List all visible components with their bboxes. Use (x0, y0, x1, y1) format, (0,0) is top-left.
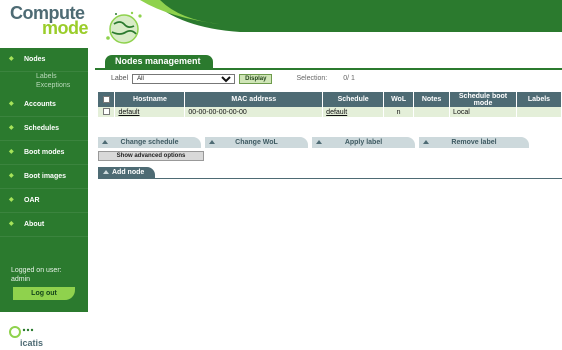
nodes-table: Hostname MAC address Schedule WoL Notes … (98, 92, 562, 117)
sidebar-item-boot-images[interactable]: ◆ Boot images (0, 165, 88, 189)
sidebar-item-label: Boot images (24, 173, 67, 180)
row-checkbox-cell (98, 107, 116, 117)
action-label: Change schedule (120, 139, 179, 146)
col-schedule-boot-mode[interactable]: Schedule boot mode (449, 92, 517, 107)
page: Compute mode ◆ Nodes Labels Exceptions ◆… (0, 0, 562, 350)
col-schedule[interactable]: Schedule (322, 92, 385, 107)
col-mac-address[interactable]: MAC address (184, 92, 324, 107)
selection-label: Selection: (296, 75, 328, 82)
bullet-icon: ◆ (9, 101, 14, 107)
cell-notes (413, 107, 451, 117)
bullet-icon: ◆ (9, 173, 14, 179)
header-wave-decoration (140, 0, 562, 32)
table-row[interactable]: default 00-00-00-00-00-00 default n Loca… (98, 107, 562, 117)
sidebar-item-accounts[interactable]: ◆ Accounts (0, 93, 88, 117)
logout-button[interactable]: Log out (13, 287, 75, 300)
sidebar-item-nodes[interactable]: ◆ Nodes (0, 48, 88, 72)
table-header-row: Hostname MAC address Schedule WoL Notes … (98, 92, 562, 107)
sidebar-item-about[interactable]: ◆ About (0, 213, 88, 237)
icatis-text: icatis (20, 338, 44, 348)
icatis-logo: icatis (6, 324, 43, 348)
cell-wol: n (383, 107, 415, 117)
triangle-up-icon (316, 140, 322, 144)
cell-labels (516, 107, 562, 117)
triangle-up-icon (102, 140, 108, 144)
bullet-icon: ◆ (9, 56, 14, 62)
bullet-icon: ◆ (9, 149, 14, 155)
sidebar-subitem-exceptions[interactable]: Exceptions (0, 81, 88, 90)
row-checkbox[interactable] (102, 108, 110, 116)
action-label: Apply label (344, 139, 383, 146)
add-node-label: Add node (112, 169, 145, 176)
remove-label-button[interactable]: Remove label (419, 137, 529, 148)
sidebar-item-label: About (24, 221, 45, 228)
hostname-link[interactable]: default (118, 109, 139, 116)
bullet-icon: ◆ (9, 221, 14, 227)
logged-on-info: Logged on user: admin (11, 266, 62, 284)
action-label: Change WoL (235, 139, 278, 146)
label-select[interactable]: All (132, 73, 236, 84)
action-bar: Change schedule Change WoL Apply label R… (98, 137, 562, 149)
cell-boot-mode: Local (449, 107, 517, 117)
action-label: Remove label (451, 139, 497, 146)
sidebar-item-oar[interactable]: ◆ OAR (0, 189, 88, 213)
col-notes[interactable]: Notes (413, 92, 451, 107)
sidebar: ◆ Nodes Labels Exceptions ◆ Accounts ◆ S… (0, 48, 88, 312)
change-schedule-button[interactable]: Change schedule (98, 137, 201, 148)
sidebar-item-boot-modes[interactable]: ◆ Boot modes (0, 141, 88, 165)
sidebar-item-label: Boot modes (24, 149, 65, 156)
apply-label-button[interactable]: Apply label (312, 137, 415, 148)
sidebar-item-schedules[interactable]: ◆ Schedules (0, 117, 88, 141)
logo-text-mode: mode (42, 18, 89, 38)
cell-hostname: default (114, 107, 186, 117)
col-wol[interactable]: WoL (383, 92, 415, 107)
label-filter-label: Label (111, 75, 129, 82)
add-node-divider (98, 178, 562, 179)
cell-mac: 00-00-00-00-00-00 (184, 107, 324, 117)
display-button[interactable]: Display (239, 73, 273, 84)
triangle-up-icon (209, 140, 215, 144)
select-all-header (98, 92, 116, 107)
select-all-checkbox[interactable] (102, 95, 110, 103)
schedule-link[interactable]: default (326, 109, 347, 116)
triangle-up-icon (103, 170, 109, 174)
change-wol-button[interactable]: Change WoL (205, 137, 308, 148)
title-underline (95, 68, 562, 70)
computemode-logo[interactable]: Compute mode (10, 4, 89, 38)
col-hostname[interactable]: Hostname (114, 92, 186, 107)
col-labels[interactable]: Labels (516, 92, 562, 107)
logged-on-label: Logged on user: (11, 267, 62, 274)
show-advanced-options-button[interactable]: Show advanced options (98, 151, 204, 161)
page-title: Nodes management (105, 55, 213, 68)
sidebar-item-label: Schedules (24, 125, 60, 132)
sidebar-subitem-labels[interactable]: Labels (0, 72, 88, 81)
sidebar-item-label: OAR (24, 197, 40, 204)
selection-count: 0/ 1 (343, 75, 355, 82)
sidebar-item-label: Accounts (24, 101, 56, 108)
cell-schedule: default (322, 107, 385, 117)
sidebar-item-label: Nodes (24, 56, 46, 63)
logged-user: admin (11, 276, 31, 283)
bullet-icon: ◆ (9, 197, 14, 203)
label-filter: Label All Display Selection: 0/ 1 (111, 73, 355, 84)
header: Compute mode (0, 0, 562, 48)
add-node-button[interactable]: Add node (98, 167, 155, 178)
bullet-icon: ◆ (9, 125, 14, 131)
triangle-up-icon (423, 140, 429, 144)
